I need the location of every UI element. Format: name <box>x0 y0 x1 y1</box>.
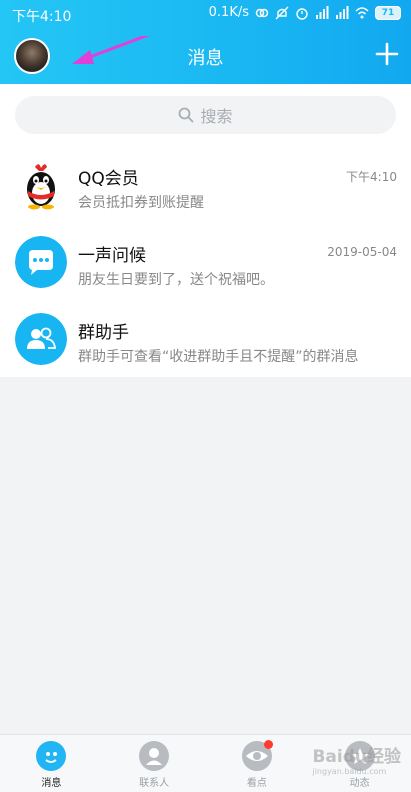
alarm-icon <box>296 7 308 20</box>
baidu-watermark: Baidu经验 jingyan.baidu.com <box>312 742 401 776</box>
search-placeholder: 搜索 <box>200 107 233 126</box>
signal-icon-2 <box>336 5 349 19</box>
notification-badge <box>263 740 273 749</box>
page-title: 消息 <box>187 48 224 69</box>
search-input[interactable]: 搜索 <box>15 96 396 134</box>
wifi-icon <box>355 6 369 18</box>
link-icon <box>255 8 269 17</box>
conversation-message: 会员抵扣券到账提醒 <box>78 195 204 211</box>
tab-messages[interactable]: 消息 <box>0 735 103 792</box>
nav-bar: 消息 <box>0 30 411 82</box>
conversation-message: 群助手可查看“收进群助手且不提醒”的群消息 <box>78 349 359 365</box>
list-item-qq-member[interactable]: QQ会员 会员抵扣券到账提醒 下午4:10 <box>0 146 411 223</box>
conversation-time: 下午4:10 <box>346 170 397 184</box>
header-bar: 下午4:10 0.1K/s 71 消息 <box>0 0 411 84</box>
conversation-time: 2019-05-04 <box>327 245 397 259</box>
chat-bubble-icon <box>15 236 67 288</box>
qq-penguin-icon <box>27 164 55 210</box>
tab-label: 动态 <box>349 778 370 789</box>
mute-icon <box>275 6 289 19</box>
conversation-name: 一声问候 <box>78 246 146 266</box>
watermark-url: jingyan.baidu.com <box>312 767 387 776</box>
bottom-tab-bar: 消息 联系人 看点 动态 Baidu经验 jingyan.baidu.com <box>0 734 411 792</box>
contacts-tab-icon <box>139 741 170 771</box>
tab-contacts[interactable]: 联系人 <box>103 735 206 792</box>
tab-label: 消息 <box>41 778 62 789</box>
list-item-group-assistant[interactable]: 群助手 群助手可查看“收进群助手且不提醒”的群消息 <box>0 300 411 377</box>
conversation-message: 朋友生日要到了，送个祝福吧。 <box>78 272 274 288</box>
tab-label: 看点 <box>246 778 267 789</box>
search-icon <box>179 107 194 123</box>
watermark-brand: Baidu经验 <box>312 747 401 767</box>
status-time: 下午4:10 <box>12 9 72 25</box>
search-container: 搜索 <box>0 84 411 146</box>
conversation-name: QQ会员 <box>78 169 139 189</box>
signal-icon <box>316 5 329 19</box>
status-bar: 下午4:10 0.1K/s 71 <box>0 0 411 30</box>
conversation-name: 群助手 <box>78 323 129 343</box>
tab-label: 联系人 <box>139 778 170 789</box>
battery-indicator: 71 <box>375 5 401 20</box>
conversation-list: QQ会员 会员抵扣券到账提醒 下午4:10 一声问候 朋友生日要到了，送个祝福吧… <box>0 146 411 377</box>
add-icon[interactable] <box>375 42 399 66</box>
group-icon <box>15 313 67 365</box>
tab-discover[interactable]: 看点 <box>206 735 309 792</box>
network-speed: 0.1K/s <box>208 5 249 20</box>
messages-tab-icon <box>36 741 67 771</box>
list-item-greeting[interactable]: 一声问候 朋友生日要到了，送个祝福吧。 2019-05-04 <box>0 223 411 300</box>
